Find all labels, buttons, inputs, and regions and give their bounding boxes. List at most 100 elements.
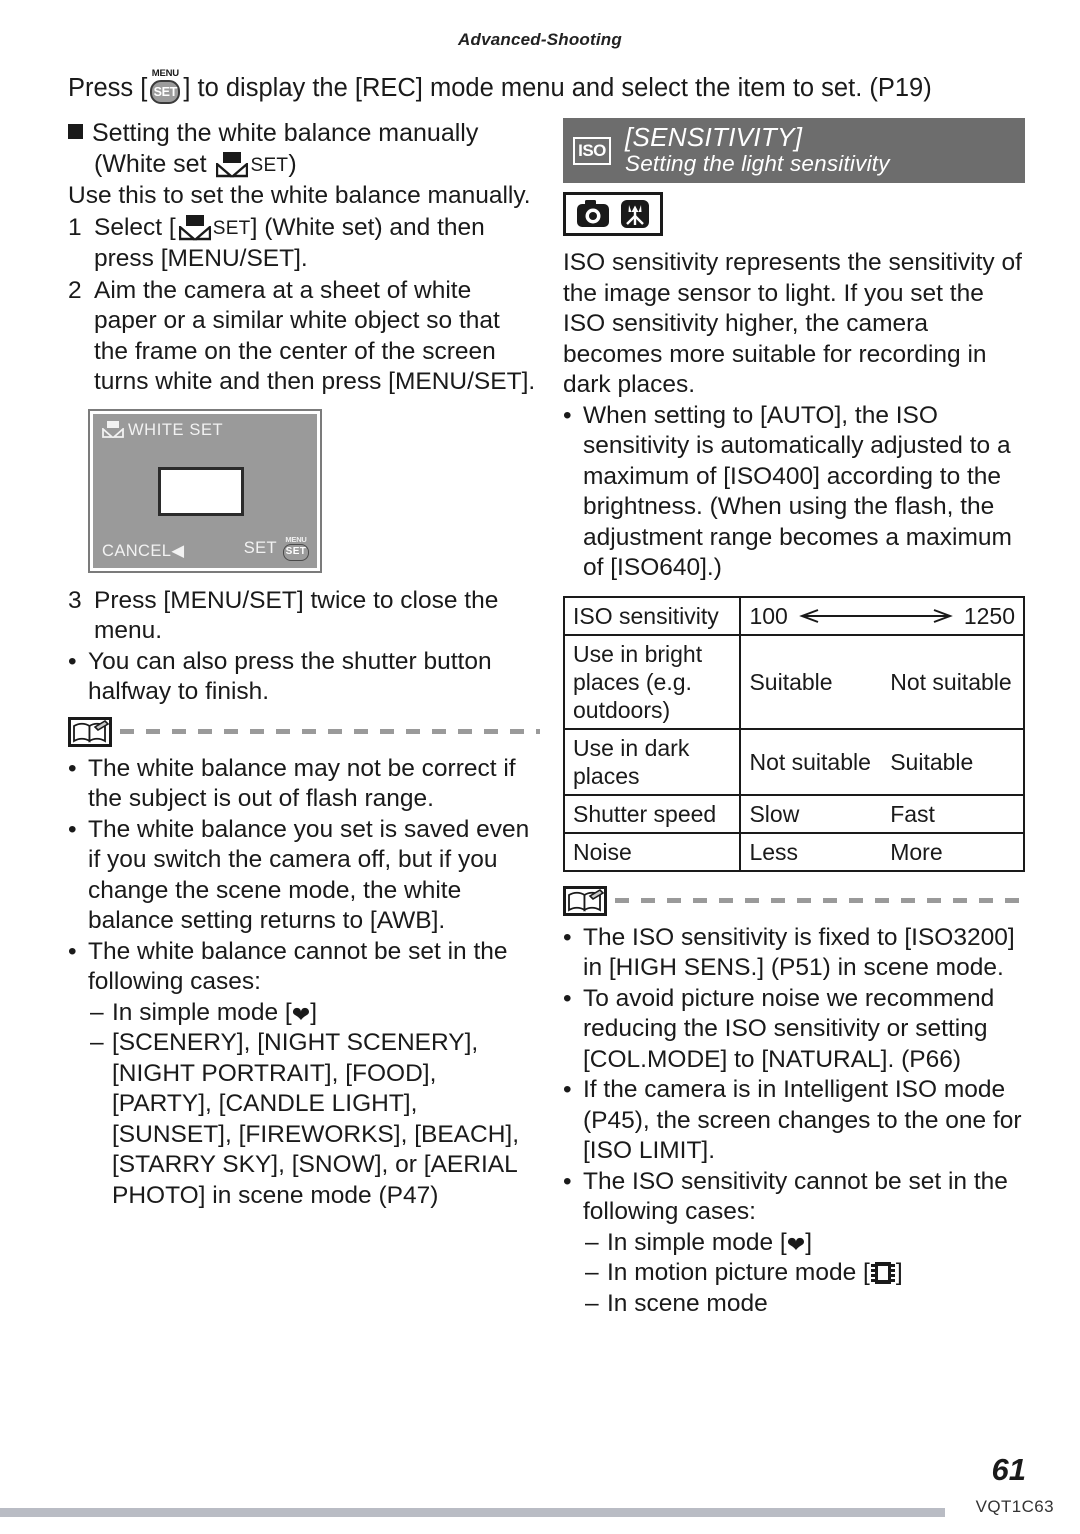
left-arrow-icon: ◀ [171, 541, 185, 560]
sensitivity-banner-subtitle: Setting the light sensitivity [625, 151, 890, 176]
right-note-1-text: To avoid picture noise we recommend redu… [583, 984, 995, 1073]
step-2-number: 2 [68, 276, 82, 304]
bullet-dot-icon: • [68, 647, 77, 675]
right-intro-bullet-text: When setting to [AUTO], the ISO sensitiv… [583, 401, 1012, 582]
bullet-dot-icon: • [68, 815, 77, 843]
film-strip-icon [870, 1261, 896, 1285]
menu-set-icon-set-label: SET [150, 80, 181, 104]
sensitivity-banner-text: [SENSITIVITY] Setting the light sensitiv… [625, 124, 890, 177]
table-cell-values: Suitable Not suitable [739, 633, 1025, 730]
running-head: Advanced-Shooting [458, 30, 622, 49]
step-3-body: Press [MENU/SET] twice to close the menu… [94, 586, 499, 645]
section-title-line1: Setting the white balance manually [92, 119, 479, 147]
table-row: Use in bright places (e.g. outdoors) Sui… [562, 633, 1025, 730]
right-dash-2: – In scene mode [563, 1289, 1025, 1320]
section-title-line2: (White set SET) [68, 149, 540, 181]
menu-set-icon: MENU SET [148, 69, 182, 106]
right-note-0-text: The ISO sensitivity is fixed to [ISO3200… [583, 923, 1015, 982]
table-cell-high-value: More [890, 838, 943, 865]
right-column: ISO [SENSITIVITY] Setting the light sens… [562, 118, 1025, 1320]
step-1: 1 Select [ SET] (White set) and then pre… [68, 213, 540, 275]
step-3-number: 3 [68, 586, 82, 614]
white-set-icon [216, 152, 249, 178]
step-1-number: 1 [68, 213, 82, 241]
table-cell-sensitivity-label: ISO sensitivity [562, 595, 742, 636]
intro-instruction: Press [MENU SET] to display the [REC] mod… [68, 69, 1028, 106]
white-set-cancel-label: CANCEL◀ [102, 541, 184, 561]
left-dash-0: – In simple mode [❤] [68, 998, 540, 1029]
iso-sensitivity-table: ISO sensitivity 100 1250 Use in bright p… [562, 595, 1025, 872]
table-cell-values-inner: Less More [741, 834, 1023, 870]
white-set-icon-set-word: SET [250, 155, 289, 176]
table-cell-low-value: Suitable [749, 668, 833, 695]
bullet-dot-icon: • [563, 984, 572, 1012]
right-note-3: • The ISO sensitivity cannot be set in t… [563, 1167, 1025, 1228]
white-set-icon-cap [185, 214, 204, 226]
table-row: Noise Less More [562, 831, 1025, 872]
note-book-icon [563, 885, 607, 916]
table-row: Shutter speed Slow Fast [562, 793, 1025, 834]
step-2: 2 Aim the camera at a sheet of white pap… [68, 276, 540, 398]
page-number: 61 [991, 1452, 1026, 1487]
sensitivity-min: 100 [749, 602, 788, 629]
right-note-3-text: The ISO sensitivity cannot be set in the… [583, 1167, 1008, 1226]
white-set-icon-bowtie [178, 225, 211, 240]
note-dashed-rule [120, 729, 540, 734]
left-dash-0-body: In simple mode [❤] [112, 998, 317, 1027]
left-dash-0-text-after: ] [310, 998, 317, 1026]
dash-marker-icon: – [585, 1228, 599, 1256]
left-dash-1-text: [SCENERY], [NIGHT SCENERY], [NIGHT PORTR… [112, 1029, 520, 1209]
bullet-dot-icon: • [563, 1076, 572, 1103]
table-cell-low-value: Slow [749, 800, 800, 827]
step-1-body: Select [ SET] (White set) and then press… [94, 213, 540, 275]
table-cell-label: Noise [562, 831, 742, 872]
left-note-0: • The white balance may not be correct i… [68, 754, 540, 815]
note-divider [68, 716, 540, 747]
right-note-2-text: If the camera is in Intelligent ISO mode… [583, 1076, 1022, 1164]
right-dash-1: – In motion picture mode [] [563, 1258, 1025, 1289]
dash-marker-icon: – [585, 1259, 599, 1286]
menu-set-icon: MENU SET [281, 535, 311, 562]
table-cell-high-value: Suitable [890, 748, 974, 775]
dash-marker-icon: – [90, 998, 104, 1026]
left-lead-paragraph: Use this to set the white balance manual… [68, 182, 531, 209]
sensitivity-banner-title: [SENSITIVITY] [625, 122, 803, 152]
bullet-dot-icon: • [563, 1167, 572, 1195]
table-cell-label: Use in bright places (e.g. outdoors) [562, 633, 742, 730]
white-set-set-label: SET MENU SET [244, 535, 311, 562]
table-cell-values: Not suitable Suitable [739, 727, 1025, 796]
note-book-icon [68, 716, 112, 747]
left-note-0-text: The white balance may not be correct if … [88, 754, 516, 813]
step-3: 3 Press [MENU/SET] twice to close the me… [68, 586, 540, 647]
table-cell-high-value: Not suitable [890, 668, 1012, 695]
right-dash-2-text: In scene mode [607, 1289, 768, 1317]
footer-document-code: VQT1C63 [975, 1497, 1054, 1516]
right-note-1: • To avoid picture noise we recommend re… [563, 984, 1025, 1076]
left-column: Setting the white balance manually (Whit… [68, 118, 540, 1211]
menu-set-icon-set-label: SET [283, 543, 309, 561]
bullet-dot-icon: • [563, 401, 572, 429]
right-intro-bullet: • When setting to [AUTO], the ISO sensit… [563, 401, 1025, 584]
white-set-screen-title: WHITE SET [102, 421, 223, 440]
bullet-dot-icon: • [68, 754, 77, 782]
left-dash-1: – [SCENERY], [NIGHT SCENERY], [NIGHT POR… [68, 1028, 540, 1211]
left-note-1: • The white balance you set is saved eve… [68, 815, 540, 937]
white-set-icon-cap [107, 421, 119, 428]
table-row-sensitivity: ISO sensitivity 100 1250 [562, 595, 1025, 636]
footer-rule [0, 1508, 945, 1517]
white-set-cancel-text: CANCEL [102, 541, 172, 560]
step-2-body: Aim the camera at a sheet of white paper… [94, 276, 536, 396]
left-note-2-text: The white balance cannot be set in the f… [88, 937, 508, 996]
section-title: Setting the white balance manually [68, 118, 540, 149]
white-set-icon [102, 421, 124, 439]
right-intro-paragraph: ISO sensitivity represents the sensitivi… [563, 249, 1022, 398]
white-set-screen-title-text: WHITE SET [128, 420, 224, 439]
bullet-dot-icon: • [68, 937, 77, 965]
right-dash-0-text-before: In simple mode [ [607, 1228, 787, 1256]
section-title-suffix: ) [288, 150, 297, 178]
camera-icon [577, 200, 609, 227]
table-cell-values: Less More [739, 831, 1025, 872]
right-note-0: • The ISO sensitivity is fixed to [ISO32… [563, 923, 1025, 984]
section-title-prefix: (White set [94, 150, 207, 178]
table-cell-values-inner: Not suitable Suitable [741, 744, 1023, 780]
